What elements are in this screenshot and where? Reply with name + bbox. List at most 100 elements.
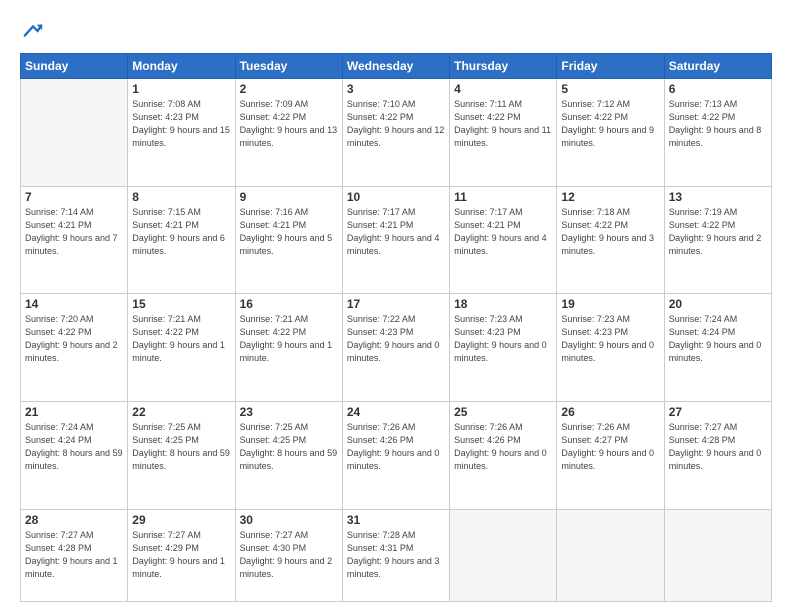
day-header-sunday: Sunday — [21, 53, 128, 78]
day-number: 19 — [561, 297, 659, 311]
day-number: 30 — [240, 513, 338, 527]
day-info: Sunrise: 7:17 AMSunset: 4:21 PMDaylight:… — [454, 206, 552, 258]
day-number: 24 — [347, 405, 445, 419]
day-info: Sunrise: 7:22 AMSunset: 4:23 PMDaylight:… — [347, 313, 445, 365]
day-info: Sunrise: 7:25 AMSunset: 4:25 PMDaylight:… — [132, 421, 230, 473]
calendar-cell: 16 Sunrise: 7:21 AMSunset: 4:22 PMDayligh… — [235, 294, 342, 402]
day-header-saturday: Saturday — [664, 53, 771, 78]
day-info: Sunrise: 7:11 AMSunset: 4:22 PMDaylight:… — [454, 98, 552, 150]
day-info: Sunrise: 7:18 AMSunset: 4:22 PMDaylight:… — [561, 206, 659, 258]
header — [20, 16, 772, 47]
day-number: 28 — [25, 513, 123, 527]
day-number: 11 — [454, 190, 552, 204]
calendar-cell: 10Sunrise: 7:17 AMSunset: 4:21 PMDayligh… — [342, 186, 449, 294]
calendar-cell: 14 Sunrise: 7:20 AMSunset: 4:22 PMDayligh… — [21, 294, 128, 402]
calendar-cell: 27 Sunrise: 7:27 AMSunset: 4:28 PMDayligh… — [664, 402, 771, 510]
calendar-cell: 12 Sunrise: 7:18 AMSunset: 4:22 PMDayligh… — [557, 186, 664, 294]
calendar-cell: 29 Sunrise: 7:27 AMSunset: 4:29 PMDayligh… — [128, 509, 235, 601]
calendar-cell — [21, 78, 128, 186]
day-info: Sunrise: 7:26 AMSunset: 4:26 PMDaylight:… — [347, 421, 445, 473]
day-number: 1 — [132, 82, 230, 96]
calendar-cell: 1 Sunrise: 7:08 AMSunset: 4:23 PMDaylight… — [128, 78, 235, 186]
day-info: Sunrise: 7:23 AMSunset: 4:23 PMDaylight:… — [454, 313, 552, 365]
day-info: Sunrise: 7:26 AMSunset: 4:26 PMDaylight:… — [454, 421, 552, 473]
calendar-week-row: 14 Sunrise: 7:20 AMSunset: 4:22 PMDayligh… — [21, 294, 772, 402]
calendar-cell: 7Sunrise: 7:14 AMSunset: 4:21 PMDaylight… — [21, 186, 128, 294]
calendar-cell: 11 Sunrise: 7:17 AMSunset: 4:21 PMDayligh… — [450, 186, 557, 294]
day-number: 14 — [25, 297, 123, 311]
day-number: 4 — [454, 82, 552, 96]
calendar-cell: 17 Sunrise: 7:22 AMSunset: 4:23 PMDayligh… — [342, 294, 449, 402]
day-number: 25 — [454, 405, 552, 419]
day-info: Sunrise: 7:14 AMSunset: 4:21 PMDaylight:… — [25, 206, 123, 258]
calendar-cell: 15 Sunrise: 7:21 AMSunset: 4:22 PMDayligh… — [128, 294, 235, 402]
calendar-cell: 20 Sunrise: 7:24 AMSunset: 4:24 PMDayligh… — [664, 294, 771, 402]
day-header-friday: Friday — [557, 53, 664, 78]
day-info: Sunrise: 7:27 AMSunset: 4:28 PMDaylight:… — [25, 529, 123, 581]
day-info: Sunrise: 7:16 AMSunset: 4:21 PMDaylight:… — [240, 206, 338, 258]
calendar-cell: 2Sunrise: 7:09 AMSunset: 4:22 PMDaylight… — [235, 78, 342, 186]
calendar-week-row: 1 Sunrise: 7:08 AMSunset: 4:23 PMDaylight… — [21, 78, 772, 186]
calendar-cell: 8Sunrise: 7:15 AMSunset: 4:21 PMDaylight… — [128, 186, 235, 294]
day-header-monday: Monday — [128, 53, 235, 78]
calendar-cell: 24 Sunrise: 7:26 AMSunset: 4:26 PMDayligh… — [342, 402, 449, 510]
day-number: 20 — [669, 297, 767, 311]
day-info: Sunrise: 7:25 AMSunset: 4:25 PMDaylight:… — [240, 421, 338, 473]
calendar-cell: 21 Sunrise: 7:24 AMSunset: 4:24 PMDayligh… — [21, 402, 128, 510]
day-number: 22 — [132, 405, 230, 419]
calendar-cell: 31 Sunrise: 7:28 AMSunset: 4:31 PMDayligh… — [342, 509, 449, 601]
day-header-tuesday: Tuesday — [235, 53, 342, 78]
day-info: Sunrise: 7:24 AMSunset: 4:24 PMDaylight:… — [25, 421, 123, 473]
calendar-cell: 13Sunrise: 7:19 AMSunset: 4:22 PMDayligh… — [664, 186, 771, 294]
calendar-week-row: 21 Sunrise: 7:24 AMSunset: 4:24 PMDayligh… — [21, 402, 772, 510]
calendar-cell: 18Sunrise: 7:23 AMSunset: 4:23 PMDayligh… — [450, 294, 557, 402]
day-number: 8 — [132, 190, 230, 204]
calendar-header-row: SundayMondayTuesdayWednesdayThursdayFrid… — [21, 53, 772, 78]
day-info: Sunrise: 7:27 AMSunset: 4:30 PMDaylight:… — [240, 529, 338, 581]
calendar-cell: 22 Sunrise: 7:25 AMSunset: 4:25 PMDayligh… — [128, 402, 235, 510]
day-number: 29 — [132, 513, 230, 527]
day-number: 16 — [240, 297, 338, 311]
calendar-week-row: 7Sunrise: 7:14 AMSunset: 4:21 PMDaylight… — [21, 186, 772, 294]
day-info: Sunrise: 7:24 AMSunset: 4:24 PMDaylight:… — [669, 313, 767, 365]
calendar-cell: 23 Sunrise: 7:25 AMSunset: 4:25 PMDayligh… — [235, 402, 342, 510]
day-info: Sunrise: 7:19 AMSunset: 4:22 PMDaylight:… — [669, 206, 767, 258]
day-info: Sunrise: 7:28 AMSunset: 4:31 PMDaylight:… — [347, 529, 445, 581]
calendar-cell: 25 Sunrise: 7:26 AMSunset: 4:26 PMDayligh… — [450, 402, 557, 510]
day-info: Sunrise: 7:13 AMSunset: 4:22 PMDaylight:… — [669, 98, 767, 150]
calendar-cell: 19 Sunrise: 7:23 AMSunset: 4:23 PMDayligh… — [557, 294, 664, 402]
day-number: 12 — [561, 190, 659, 204]
day-info: Sunrise: 7:12 AMSunset: 4:22 PMDaylight:… — [561, 98, 659, 150]
day-info: Sunrise: 7:08 AMSunset: 4:23 PMDaylight:… — [132, 98, 230, 150]
calendar-cell: 5 Sunrise: 7:12 AMSunset: 4:22 PMDaylight… — [557, 78, 664, 186]
day-header-thursday: Thursday — [450, 53, 557, 78]
calendar-cell — [664, 509, 771, 601]
day-info: Sunrise: 7:26 AMSunset: 4:27 PMDaylight:… — [561, 421, 659, 473]
calendar-cell: 30 Sunrise: 7:27 AMSunset: 4:30 PMDayligh… — [235, 509, 342, 601]
day-info: Sunrise: 7:27 AMSunset: 4:29 PMDaylight:… — [132, 529, 230, 581]
day-info: Sunrise: 7:21 AMSunset: 4:22 PMDaylight:… — [240, 313, 338, 365]
day-info: Sunrise: 7:23 AMSunset: 4:23 PMDaylight:… — [561, 313, 659, 365]
day-number: 21 — [25, 405, 123, 419]
calendar-week-row: 28 Sunrise: 7:27 AMSunset: 4:28 PMDayligh… — [21, 509, 772, 601]
day-number: 27 — [669, 405, 767, 419]
calendar-cell — [450, 509, 557, 601]
logo-text — [20, 20, 44, 47]
day-number: 23 — [240, 405, 338, 419]
day-info: Sunrise: 7:21 AMSunset: 4:22 PMDaylight:… — [132, 313, 230, 365]
day-number: 9 — [240, 190, 338, 204]
day-number: 17 — [347, 297, 445, 311]
day-number: 5 — [561, 82, 659, 96]
calendar-cell: 4 Sunrise: 7:11 AMSunset: 4:22 PMDaylight… — [450, 78, 557, 186]
logo — [20, 20, 44, 47]
day-number: 26 — [561, 405, 659, 419]
day-number: 3 — [347, 82, 445, 96]
day-number: 15 — [132, 297, 230, 311]
day-info: Sunrise: 7:20 AMSunset: 4:22 PMDaylight:… — [25, 313, 123, 365]
day-info: Sunrise: 7:10 AMSunset: 4:22 PMDaylight:… — [347, 98, 445, 150]
calendar-table: SundayMondayTuesdayWednesdayThursdayFrid… — [20, 53, 772, 602]
day-number: 2 — [240, 82, 338, 96]
day-number: 6 — [669, 82, 767, 96]
day-number: 31 — [347, 513, 445, 527]
day-info: Sunrise: 7:27 AMSunset: 4:28 PMDaylight:… — [669, 421, 767, 473]
